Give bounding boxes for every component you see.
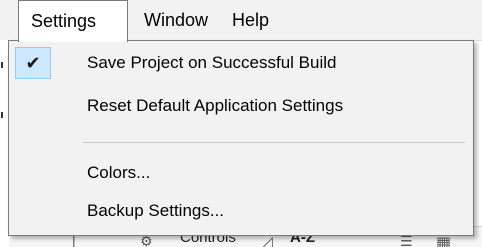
- settings-dropdown-menu: ✔ Save Project on Successful Build Reset…: [8, 40, 474, 236]
- edge-mark: [1, 62, 3, 68]
- edge-mark: [1, 112, 3, 118]
- menu-item-label: Reset Default Application Settings: [87, 96, 344, 115]
- menu-settings[interactable]: Settings: [18, 0, 128, 42]
- menu-help[interactable]: Help: [232, 0, 269, 40]
- background-window-edge: [0, 40, 8, 246]
- menu-item-colors[interactable]: Colors...: [9, 153, 473, 193]
- menu-item-label: Colors...: [87, 163, 151, 182]
- menu-help-label: Help: [232, 10, 270, 30]
- menu-window[interactable]: Window: [144, 0, 208, 40]
- check-icon: ✔: [25, 53, 41, 73]
- menu-separator: [83, 142, 465, 143]
- menu-item-label: Save Project on Successful Build: [87, 53, 337, 72]
- menu-item-label: Backup Settings...: [87, 201, 225, 220]
- check-indicator: ✔: [15, 47, 51, 79]
- menu-item-reset-default-settings[interactable]: Reset Default Application Settings: [9, 86, 473, 126]
- menu-bar: Settings Window Help: [0, 0, 482, 42]
- menu-item-backup-settings[interactable]: Backup Settings...: [9, 191, 473, 231]
- menu-window-label: Window: [144, 10, 209, 30]
- menu-item-save-project-on-build[interactable]: ✔ Save Project on Successful Build: [9, 43, 473, 83]
- menu-settings-label: Settings: [31, 11, 97, 31]
